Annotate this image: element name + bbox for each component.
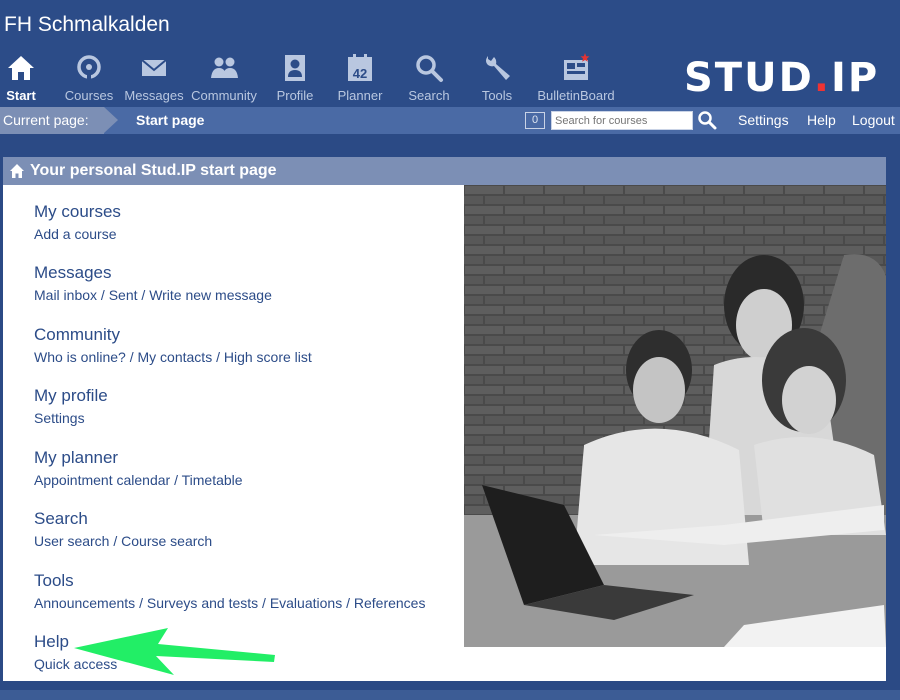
- courses-icon: [73, 52, 105, 84]
- magnifier-icon: [413, 52, 445, 84]
- section-search: Search User search / Course search: [34, 509, 454, 549]
- section-tools: Tools Announcements / Surveys and tests …: [34, 571, 454, 611]
- section-link[interactable]: Appointment calendar: [34, 472, 170, 488]
- section-community: Community Who is online? / My contacts /…: [34, 325, 454, 365]
- main-navigation: Start Courses Messages Community Profile: [0, 50, 619, 107]
- breadcrumb-current-page: Start page: [136, 112, 205, 128]
- nav-item-profile[interactable]: Profile: [270, 50, 320, 107]
- nav-item-community[interactable]: Community: [188, 50, 260, 107]
- nav-item-start[interactable]: Start: [0, 50, 42, 107]
- logout-link[interactable]: Logout: [852, 107, 895, 134]
- course-count-badge: 0: [525, 112, 545, 129]
- nav-label: Start: [6, 88, 36, 103]
- home-icon: [5, 52, 37, 84]
- bottom-strip: [0, 690, 900, 700]
- section-title[interactable]: My profile: [34, 386, 454, 406]
- profile-icon: [279, 52, 311, 84]
- section-my-courses: My courses Add a course: [34, 202, 454, 242]
- section-link[interactable]: Surveys and tests: [147, 595, 258, 611]
- section-link[interactable]: Sent: [109, 287, 138, 303]
- section-title[interactable]: Search: [34, 509, 454, 529]
- envelope-icon: [138, 52, 170, 84]
- settings-link[interactable]: Settings: [738, 107, 789, 134]
- breadcrumb-arrow-icon: [104, 107, 118, 133]
- nav-label: Community: [191, 88, 257, 103]
- nav-item-tools[interactable]: Tools: [477, 50, 517, 107]
- students-photo: [464, 185, 886, 647]
- nav-label: Planner: [337, 88, 383, 103]
- section-messages: Messages Mail inbox / Sent / Write new m…: [34, 263, 454, 303]
- logo-dot: .: [813, 55, 831, 101]
- section-link[interactable]: References: [354, 595, 426, 611]
- studip-logo[interactable]: STUD.IP: [684, 55, 879, 101]
- calendar-icon: 42: [344, 52, 376, 84]
- logo-part-2: IP: [830, 55, 880, 101]
- site-title: FH Schmalkalden: [4, 13, 170, 36]
- bulletin-board-icon: [560, 52, 592, 84]
- nav-label: Messages: [124, 88, 184, 103]
- section-link[interactable]: My contacts: [138, 349, 213, 365]
- box-title: Your personal Stud.IP start page: [30, 162, 277, 179]
- section-title[interactable]: My courses: [34, 202, 454, 222]
- section-title[interactable]: Messages: [34, 263, 454, 283]
- nav-item-search[interactable]: Search: [405, 50, 453, 107]
- section-link[interactable]: Course search: [121, 533, 212, 549]
- wrench-icon: [481, 52, 513, 84]
- section-link[interactable]: High score list: [224, 349, 312, 365]
- nav-label: Search: [408, 88, 450, 103]
- nav-label: BulletinBoard: [537, 88, 615, 103]
- top-header: FH Schmalkalden Start Courses Messages C…: [0, 0, 900, 107]
- section-title[interactable]: Community: [34, 325, 454, 345]
- section-link[interactable]: Who is online?: [34, 349, 126, 365]
- section-link[interactable]: Write new message: [149, 287, 272, 303]
- start-page-box: Your personal Stud.IP start page My cour…: [3, 157, 886, 681]
- nav-item-messages[interactable]: Messages: [120, 50, 188, 107]
- breadcrumb-label: Current page:: [0, 107, 104, 134]
- logo-part-1: STUD: [684, 55, 814, 101]
- nav-item-planner[interactable]: 42 Planner: [334, 50, 386, 107]
- section-link[interactable]: User search: [34, 533, 109, 549]
- course-search-input[interactable]: [551, 111, 693, 130]
- breadcrumb-bar: Current page: Start page 0 Settings Help…: [0, 107, 900, 134]
- nav-item-courses[interactable]: Courses: [60, 50, 118, 107]
- section-my-profile: My profile Settings: [34, 386, 454, 426]
- help-link[interactable]: Help: [807, 107, 836, 134]
- calendar-badge: 42: [353, 66, 367, 81]
- section-link[interactable]: Add a course: [34, 226, 117, 242]
- nav-label: Tools: [481, 88, 513, 103]
- section-link[interactable]: Mail inbox: [34, 287, 97, 303]
- section-link[interactable]: Settings: [34, 410, 85, 426]
- section-link[interactable]: Timetable: [182, 472, 243, 488]
- search-icon: [698, 111, 717, 130]
- nav-label: Courses: [64, 88, 114, 103]
- section-title[interactable]: Tools: [34, 571, 454, 591]
- section-link[interactable]: Announcements: [34, 595, 135, 611]
- search-button[interactable]: [697, 110, 717, 131]
- box-header: Your personal Stud.IP start page: [3, 157, 886, 185]
- green-arrow-icon: [74, 628, 275, 675]
- home-icon: [10, 164, 24, 178]
- section-my-planner: My planner Appointment calendar / Timeta…: [34, 448, 454, 488]
- section-link[interactable]: Evaluations: [270, 595, 342, 611]
- nav-item-bulletinboard[interactable]: BulletinBoard: [533, 50, 619, 107]
- people-icon: [208, 52, 240, 84]
- nav-label: Profile: [276, 88, 314, 103]
- section-title[interactable]: My planner: [34, 448, 454, 468]
